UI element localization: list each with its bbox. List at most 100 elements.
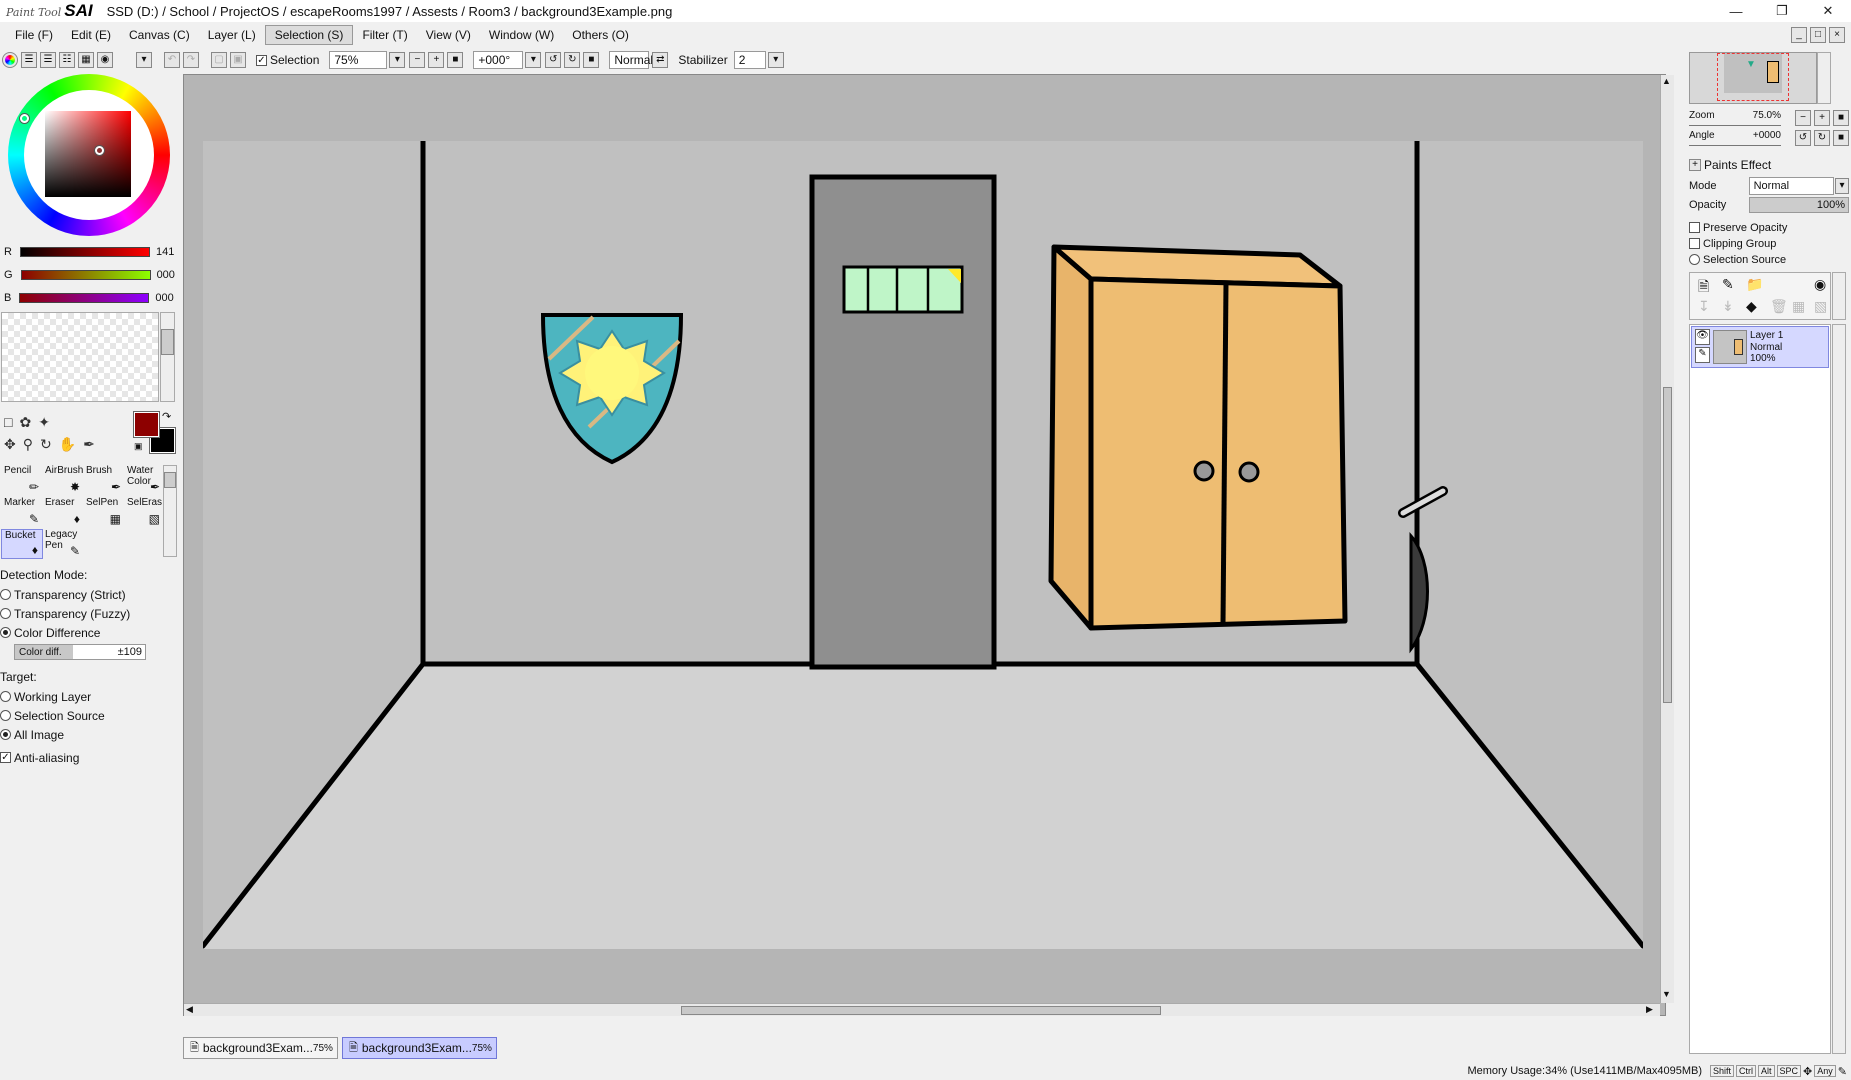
invert-selection-button[interactable]: ▣ bbox=[230, 52, 246, 68]
restore-button[interactable]: ❐ bbox=[1759, 0, 1805, 22]
radio[interactable] bbox=[0, 608, 11, 619]
rotate-left-button[interactable]: ↺ bbox=[545, 52, 562, 68]
scroll-left-icon[interactable]: ◀ bbox=[186, 1004, 193, 1015]
radio[interactable] bbox=[0, 589, 11, 600]
canvas-area[interactable]: ▲ ▼ ◀ ▶ bbox=[183, 74, 1674, 1016]
tool-legacy-pen[interactable]: Legacy Pen ✎ bbox=[42, 529, 84, 559]
sv-marker[interactable] bbox=[95, 146, 104, 155]
tool-seleras[interactable]: SelEras ▧ bbox=[124, 497, 162, 527]
layer-mask-icon[interactable]: ◉ bbox=[1814, 276, 1826, 293]
menu-layer[interactable]: Layer (L) bbox=[199, 26, 265, 44]
b-slider[interactable] bbox=[19, 293, 150, 303]
mdi-minimize-button[interactable]: _ bbox=[1791, 27, 1807, 43]
document-tab-1[interactable]: 🗎 background3Exam... 75% bbox=[183, 1037, 338, 1059]
r-value[interactable]: 141 bbox=[156, 246, 182, 258]
rect-select-icon[interactable]: □ bbox=[4, 414, 19, 430]
scroll-right-icon[interactable]: ▶ bbox=[1646, 1004, 1653, 1015]
hand-icon[interactable]: ✋ bbox=[59, 436, 83, 452]
rotate-reset-button[interactable]: ■ bbox=[583, 52, 600, 68]
g-slider[interactable] bbox=[20, 270, 151, 280]
menu-selection[interactable]: Selection (S) bbox=[264, 25, 354, 45]
stabilizer-dropdown[interactable]: ▾ bbox=[767, 52, 784, 68]
redo-button[interactable]: ↷ bbox=[183, 52, 199, 68]
lasso-icon[interactable]: ✿ bbox=[19, 414, 38, 430]
angle-slider[interactable]: Angle +0000 bbox=[1689, 130, 1781, 146]
paints-effect-row[interactable]: + Paints Effect bbox=[1689, 158, 1771, 172]
rotate-icon[interactable]: ↻ bbox=[40, 436, 59, 452]
saturation-value-box[interactable] bbox=[45, 111, 131, 197]
scrollbar-thumb[interactable] bbox=[681, 1006, 1161, 1015]
clear-layer-icon[interactable]: ◆ bbox=[1746, 298, 1757, 315]
opacity-slider[interactable]: 100% bbox=[1748, 197, 1849, 213]
layer-mode-dropdown[interactable]: ▾ bbox=[1835, 178, 1849, 194]
mode-fuzzy[interactable]: Transparency (Fuzzy) bbox=[0, 604, 180, 623]
menu-edit[interactable]: Edit (E) bbox=[62, 26, 120, 44]
nav-rotate-reset-button[interactable]: ■ bbox=[1833, 130, 1849, 146]
zoom-reset-button[interactable]: ■ bbox=[447, 52, 464, 68]
navigator-scrollbar[interactable] bbox=[1817, 52, 1831, 104]
navigator-preview[interactable]: ▼ bbox=[1689, 52, 1817, 104]
canvas-drawing[interactable] bbox=[203, 141, 1643, 949]
blend-mode-field[interactable]: Normal bbox=[609, 51, 653, 69]
merge-down-icon[interactable]: ↡ bbox=[1722, 298, 1734, 315]
menu-window[interactable]: Window (W) bbox=[480, 26, 563, 44]
flatten-icon[interactable]: ▧ bbox=[1814, 298, 1827, 315]
mdi-close-button[interactable]: × bbox=[1829, 27, 1845, 43]
radio[interactable] bbox=[1689, 254, 1700, 265]
scroll-down-icon[interactable]: ▼ bbox=[1662, 989, 1671, 999]
tool-selpen[interactable]: SelPen ▦ bbox=[83, 497, 125, 527]
magic-wand-icon[interactable]: ✦ bbox=[38, 414, 57, 430]
canvas-horizontal-scrollbar[interactable]: ◀ ▶ bbox=[184, 1003, 1660, 1016]
tool-marker[interactable]: Marker ✎ bbox=[1, 497, 43, 527]
layer-buttons-scrollbar[interactable] bbox=[1832, 272, 1846, 320]
document-tab-2[interactable]: 🗎 background3Exam... 75% bbox=[342, 1037, 497, 1059]
tool-pencil[interactable]: Pencil ✏ bbox=[1, 465, 43, 495]
anti-aliasing-option[interactable]: ✓ Anti-aliasing bbox=[0, 748, 180, 767]
radio[interactable] bbox=[0, 729, 11, 740]
close-button[interactable]: ✕ bbox=[1805, 0, 1851, 22]
target-working-layer[interactable]: Working Layer bbox=[0, 687, 180, 706]
hue-marker[interactable] bbox=[20, 114, 29, 123]
mode-strict[interactable]: Transparency (Strict) bbox=[0, 585, 180, 604]
mdi-restore-button[interactable]: □ bbox=[1810, 27, 1826, 43]
tool-grid-scrollbar[interactable] bbox=[163, 465, 177, 557]
canvas-vertical-scrollbar[interactable]: ▲ ▼ bbox=[1660, 75, 1674, 1003]
primary-color-swatch[interactable] bbox=[133, 411, 160, 438]
menu-filter[interactable]: Filter (T) bbox=[353, 26, 416, 44]
r-slider[interactable] bbox=[19, 247, 150, 257]
transfer-down-icon[interactable]: ↧ bbox=[1698, 298, 1710, 315]
layer-item[interactable]: 👁 ✎ Layer 1 Normal 100% bbox=[1691, 326, 1829, 368]
scratchpad[interactable] bbox=[1, 312, 159, 402]
nav-rotate-right-button[interactable]: ↻ bbox=[1814, 130, 1830, 146]
menu-canvas[interactable]: Canvas (C) bbox=[120, 26, 199, 44]
scroll-up-icon[interactable]: ▲ bbox=[1662, 76, 1671, 86]
tool-airbrush[interactable]: AirBrush ✸ bbox=[42, 465, 84, 495]
reset-colors-icon[interactable]: ▣ bbox=[134, 441, 143, 452]
minimize-button[interactable]: — bbox=[1713, 0, 1759, 22]
menu-file[interactable]: File (F) bbox=[6, 26, 62, 44]
mode-color-difference[interactable]: Color Difference bbox=[0, 623, 180, 642]
brush-lock-icon[interactable]: ✎ bbox=[1695, 347, 1710, 363]
checkbox[interactable] bbox=[1689, 222, 1700, 233]
eye-icon[interactable]: 👁 bbox=[1695, 329, 1710, 345]
tool-eraser[interactable]: Eraser ♦ bbox=[42, 497, 84, 527]
zoom-in-button[interactable]: + bbox=[428, 52, 445, 68]
new-linework-layer-icon[interactable]: ✎ bbox=[1722, 276, 1734, 293]
angle-dropdown[interactable]: ▾ bbox=[525, 52, 542, 68]
tool-watercolor[interactable]: Water Color ✒ bbox=[124, 465, 162, 495]
b-value[interactable]: 000 bbox=[155, 292, 181, 304]
stabilizer-field[interactable]: 2 bbox=[733, 51, 766, 69]
radio[interactable] bbox=[0, 710, 11, 721]
expand-icon[interactable]: + bbox=[1689, 159, 1701, 171]
target-selection-source[interactable]: Selection Source bbox=[0, 706, 180, 725]
selection-checkbox[interactable]: ✓ bbox=[256, 54, 267, 66]
nav-zoom-out-button[interactable]: − bbox=[1795, 110, 1811, 126]
delete-layer-icon[interactable]: 🗑 bbox=[1770, 298, 1788, 315]
new-layer-icon[interactable]: 🗎 bbox=[1698, 276, 1709, 300]
swap-colors-icon[interactable]: ↷ bbox=[162, 410, 171, 423]
selection-source-option[interactable]: Selection Source bbox=[1689, 250, 1786, 269]
zoom-slider[interactable]: Zoom 75.0% bbox=[1689, 110, 1781, 126]
menu-others[interactable]: Others (O) bbox=[563, 26, 638, 44]
g-value[interactable]: 000 bbox=[157, 269, 183, 281]
nav-rotate-left-button[interactable]: ↺ bbox=[1795, 130, 1811, 146]
